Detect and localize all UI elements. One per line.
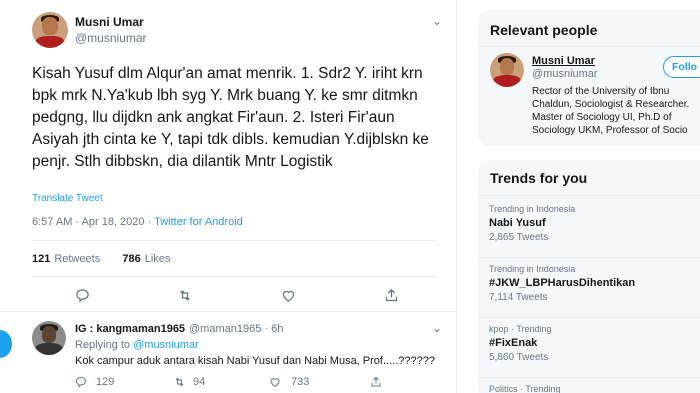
- tweet-source[interactable]: Twitter for Android: [154, 216, 243, 228]
- trend-count: 5,860 Tweets: [489, 352, 549, 363]
- like-icon[interactable]: [281, 288, 296, 303]
- author-avatar[interactable]: [32, 12, 68, 48]
- reply-author-handle[interactable]: @maman1965 · 6h: [189, 323, 283, 335]
- tweet-meta: 6:57 AM · Apr 18, 2020 · Twitter for And…: [32, 216, 243, 228]
- trend-context: Politics · Trending: [489, 384, 561, 393]
- trend-count: 7,114 Tweets: [489, 292, 548, 303]
- author-handle[interactable]: @musniumar: [75, 31, 147, 45]
- likes-stat[interactable]: 786 Likes: [122, 253, 170, 265]
- reply-replies-count: 129: [96, 376, 115, 388]
- relevant-person-name[interactable]: Musni Umar: [532, 55, 595, 67]
- share-icon[interactable]: [384, 288, 399, 303]
- chevron-down-icon[interactable]: ⌄: [432, 14, 442, 28]
- trend-context: kpop · Trending: [489, 324, 552, 334]
- trend-name: #JKW_LBPHarusDihentikan: [489, 277, 636, 289]
- trend-context: Trending in Indonesia: [489, 264, 576, 274]
- bio-line: Master of Sociology UI, Ph.D of: [532, 112, 672, 123]
- reply-icon[interactable]: [75, 376, 87, 388]
- divider: [478, 46, 700, 47]
- tweet-time[interactable]: 6:57 AM · Apr 18, 2020: [32, 216, 145, 228]
- tweet-stats: 121 Retweets 786 Likes: [32, 253, 170, 265]
- reply-retweets-count: 94: [193, 376, 206, 388]
- trend-count: 2,865 Tweets: [489, 232, 549, 243]
- trend-item[interactable]: Politics · Trending: [489, 384, 561, 393]
- trend-item[interactable]: Trending in Indonesia Nabi Yusuf 2,865 T…: [489, 204, 575, 243]
- reply-author-name[interactable]: IG : kangmaman1965: [75, 323, 185, 335]
- divider: [478, 377, 700, 378]
- author-name[interactable]: Musni Umar: [75, 15, 144, 29]
- like-icon[interactable]: [269, 376, 281, 388]
- divider: [478, 317, 700, 318]
- reply-likes-count: 733: [291, 376, 310, 388]
- follow-button[interactable]: Follo: [663, 56, 700, 78]
- trends-title: Trends for you: [490, 170, 588, 186]
- retweet-icon[interactable]: [173, 376, 186, 388]
- trend-item[interactable]: kpop · Trending #FixEnak 5,860 Tweets: [489, 324, 552, 363]
- translate-tweet-link[interactable]: Translate Tweet: [32, 193, 103, 204]
- reply-avatar[interactable]: [32, 321, 66, 355]
- meta-separator: ·: [144, 216, 155, 228]
- relevant-person-bio: Rector of the University of Ibnu Chaldun…: [532, 85, 700, 137]
- trend-context: Trending in Indonesia: [489, 204, 576, 214]
- column-gap: [457, 0, 478, 393]
- divider: [478, 195, 700, 196]
- trend-name: Nabi Yusuf: [489, 217, 546, 229]
- replying-to: Replying to @musniumar: [75, 339, 199, 351]
- trend-name: #FixEnak: [489, 337, 538, 349]
- relevant-person-handle[interactable]: @musniumar: [532, 68, 598, 80]
- divider: [0, 311, 457, 312]
- divider: [478, 257, 700, 258]
- replying-prefix: Replying to: [75, 339, 131, 351]
- retweets-count: 121: [32, 253, 51, 265]
- retweets-stat[interactable]: 121 Retweets: [32, 253, 100, 265]
- divider: [32, 276, 437, 277]
- reply-text: Kok campur aduk antara kisah Nabi Yusuf …: [75, 355, 435, 367]
- relevant-people-title: Relevant people: [490, 22, 598, 38]
- share-icon[interactable]: [370, 376, 382, 388]
- bio-line: Chaldun, Sociologist & Researcher.: [532, 99, 690, 110]
- retweets-label: Retweets: [54, 253, 101, 265]
- retweet-icon[interactable]: [177, 288, 193, 303]
- relevant-person-avatar[interactable]: [490, 53, 524, 87]
- reply-icon[interactable]: [75, 288, 90, 303]
- replying-handle[interactable]: @musniumar: [133, 339, 199, 351]
- likes-count: 786: [122, 253, 141, 265]
- likes-label: Likes: [144, 253, 171, 265]
- bio-line: Rector of the University of Ibnu: [532, 86, 670, 97]
- chevron-down-icon[interactable]: ⌄: [432, 321, 442, 335]
- divider: [32, 240, 437, 241]
- bio-line: Sociology UKM, Professor of Socio: [532, 125, 688, 136]
- trend-item[interactable]: Trending in Indonesia #JKW_LBPHarusDihen…: [489, 264, 635, 303]
- tweet-text: Kisah Yusuf dlm Alqur'an amat menrik. 1.…: [32, 65, 429, 170]
